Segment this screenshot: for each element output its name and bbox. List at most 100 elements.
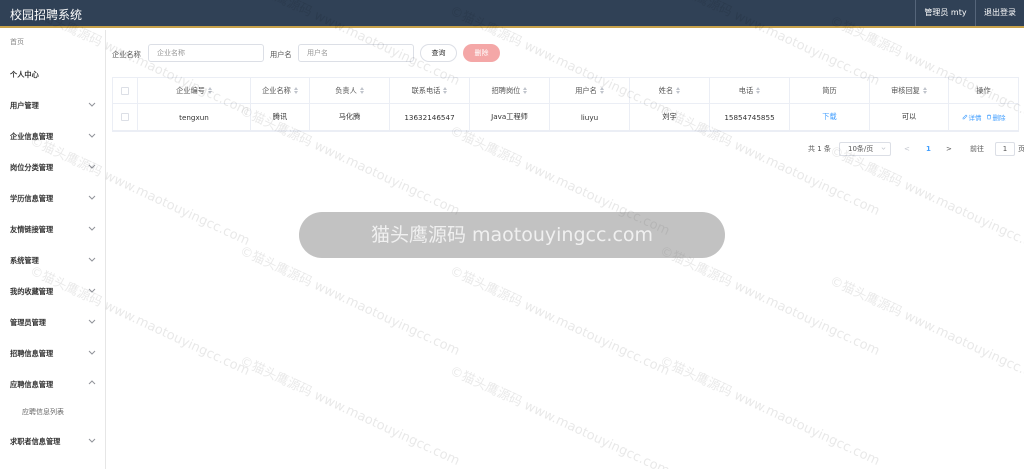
delete-label: 删除 bbox=[992, 114, 1006, 122]
cell-position: Java工程师 bbox=[470, 104, 550, 130]
sort-icon bbox=[207, 87, 212, 94]
column-header-label: 电话 bbox=[738, 85, 754, 95]
sort-icon bbox=[523, 87, 528, 94]
sidebar-item-job-seekers[interactable]: 求职者信息管理 bbox=[0, 432, 105, 452]
sidebar-item-education[interactable]: 学历信息管理 bbox=[0, 189, 105, 209]
cell-phone: 15854745855 bbox=[710, 104, 790, 130]
username-label: 用户名 bbox=[270, 50, 292, 59]
company-name-label: 企业名称 bbox=[112, 50, 141, 59]
username-input[interactable]: 用户名 bbox=[298, 44, 414, 62]
sidebar-item-label: 我的收藏管理 bbox=[10, 287, 54, 296]
prev-page-button[interactable]: < bbox=[904, 142, 910, 156]
column-header[interactable]: 用户名 bbox=[550, 78, 630, 103]
column-header-label: 用户名 bbox=[575, 85, 597, 95]
chevron-down-icon bbox=[88, 350, 96, 355]
column-header: 简历 bbox=[790, 78, 870, 103]
sidebar-item-label: 求职者信息管理 bbox=[10, 437, 61, 446]
sort-icon bbox=[922, 87, 927, 94]
select-all-cell bbox=[113, 78, 138, 103]
sidebar: 首页 个人中心 用户管理 企业信息管理 岗位分类管理 学历信息管理 友情链接管理… bbox=[0, 30, 106, 469]
watermark-overlay-banner: 猫头鹰源码 maotouyingcc.com bbox=[299, 212, 725, 258]
sidebar-subitem-application-list[interactable]: 应聘信息列表 bbox=[22, 407, 64, 417]
breadcrumb-home[interactable]: 首页 bbox=[10, 37, 24, 47]
sidebar-item-label: 个人中心 bbox=[10, 70, 39, 79]
sidebar-item-favorites[interactable]: 我的收藏管理 bbox=[0, 282, 105, 302]
column-header-label: 负责人 bbox=[335, 85, 357, 95]
query-button[interactable]: 查询 bbox=[420, 44, 457, 62]
sidebar-item-label: 学历信息管理 bbox=[10, 194, 54, 203]
admin-user-label[interactable]: 管理员 mty bbox=[915, 0, 975, 26]
chevron-down-icon bbox=[88, 257, 96, 262]
page-size-select[interactable]: 10条/页 bbox=[839, 142, 891, 156]
cell-contact-phone: 13632146547 bbox=[390, 104, 470, 130]
app-title: 校园招聘系统 bbox=[10, 8, 83, 22]
chevron-down-icon bbox=[88, 164, 96, 169]
column-header-label: 联系电话 bbox=[411, 85, 441, 95]
chevron-down-icon bbox=[88, 288, 96, 293]
select-all-checkbox[interactable] bbox=[121, 86, 129, 95]
resume-download-link[interactable]: 下载 bbox=[790, 104, 870, 130]
next-page-button[interactable]: > bbox=[946, 142, 952, 156]
sidebar-item-label: 用户管理 bbox=[10, 101, 39, 110]
sidebar-item-applications[interactable]: 应聘信息管理 bbox=[0, 375, 105, 395]
sidebar-item-company-info[interactable]: 企业信息管理 bbox=[0, 127, 105, 147]
top-bar: 校园招聘系统 管理员 mty 退出登录 bbox=[0, 0, 1024, 28]
column-header[interactable]: 联系电话 bbox=[390, 78, 470, 103]
goto-label: 前往 bbox=[970, 145, 984, 153]
column-header-label: 姓名 bbox=[658, 85, 674, 95]
row-checkbox[interactable] bbox=[121, 113, 129, 121]
column-header[interactable]: 招聘岗位 bbox=[470, 78, 550, 103]
column-header[interactable]: 企业名称 bbox=[251, 78, 310, 103]
sidebar-item-label: 应聘信息管理 bbox=[10, 380, 54, 389]
column-header[interactable]: 电话 bbox=[710, 78, 790, 103]
sidebar-item-label: 岗位分类管理 bbox=[10, 163, 54, 172]
column-header-label: 审核回复 bbox=[891, 85, 920, 95]
column-header-label: 企业名称 bbox=[262, 85, 291, 95]
chevron-down-icon bbox=[881, 147, 886, 150]
cell-name: 刘宇 bbox=[630, 104, 710, 130]
sort-icon bbox=[599, 87, 604, 94]
column-header[interactable]: 审核回复 bbox=[870, 78, 949, 103]
sidebar-item-label: 招聘信息管理 bbox=[10, 349, 54, 358]
company-name-input[interactable]: 企业名称 bbox=[148, 44, 264, 62]
column-header[interactable]: 负责人 bbox=[310, 78, 390, 103]
table-row: tengxun 腾讯 马化腾 13632146547 Java工程师 liuyu… bbox=[113, 104, 1018, 131]
detail-label: 详情 bbox=[968, 114, 982, 122]
sidebar-item-recruitment[interactable]: 招聘信息管理 bbox=[0, 344, 105, 364]
pagination-total: 共 1 条 bbox=[808, 145, 831, 153]
row-actions: 详情 删除 bbox=[962, 112, 1006, 122]
chevron-down-icon bbox=[88, 102, 96, 107]
column-header[interactable]: 企业编号 bbox=[138, 78, 251, 103]
sidebar-item-job-category[interactable]: 岗位分类管理 bbox=[0, 158, 105, 178]
sidebar-item-personal-center[interactable]: 个人中心 bbox=[0, 65, 105, 85]
sort-icon bbox=[359, 87, 364, 94]
cell-review-reply: 可以 bbox=[870, 104, 949, 130]
goto-page-input[interactable]: 1 bbox=[995, 142, 1015, 156]
detail-button[interactable]: 详情 bbox=[962, 112, 982, 122]
chevron-up-icon bbox=[88, 380, 96, 385]
row-delete-button[interactable]: 删除 bbox=[986, 112, 1006, 122]
page-number-current[interactable]: 1 bbox=[926, 142, 931, 156]
data-table: 企业编号 企业名称 负责人 联系电话 招聘岗位 用户名 姓名 电话 简历 审核回… bbox=[112, 77, 1019, 132]
page-size-value: 10条/页 bbox=[848, 145, 874, 153]
chevron-down-icon bbox=[88, 319, 96, 324]
cell-actions: 详情 删除 bbox=[949, 104, 1018, 130]
sidebar-item-admins[interactable]: 管理员管理 bbox=[0, 313, 105, 333]
sidebar-item-system[interactable]: 系统管理 bbox=[0, 251, 105, 271]
column-header-label: 操作 bbox=[976, 85, 991, 95]
sidebar-item-label: 企业信息管理 bbox=[10, 132, 54, 141]
sort-icon bbox=[756, 87, 761, 94]
sort-icon bbox=[443, 87, 448, 94]
cell-username: liuyu bbox=[550, 104, 630, 130]
sidebar-item-users[interactable]: 用户管理 bbox=[0, 96, 105, 116]
sidebar-item-friendly-links[interactable]: 友情链接管理 bbox=[0, 220, 105, 240]
cell-manager: 马化腾 bbox=[310, 104, 390, 130]
chevron-down-icon bbox=[88, 195, 96, 200]
cell-company-no: tengxun bbox=[138, 104, 251, 130]
chevron-down-icon bbox=[88, 226, 96, 231]
column-header[interactable]: 姓名 bbox=[630, 78, 710, 103]
edit-icon bbox=[962, 114, 967, 120]
delete-button[interactable]: 删除 bbox=[463, 44, 500, 62]
chevron-down-icon bbox=[88, 438, 96, 443]
logout-button[interactable]: 退出登录 bbox=[975, 0, 1024, 26]
